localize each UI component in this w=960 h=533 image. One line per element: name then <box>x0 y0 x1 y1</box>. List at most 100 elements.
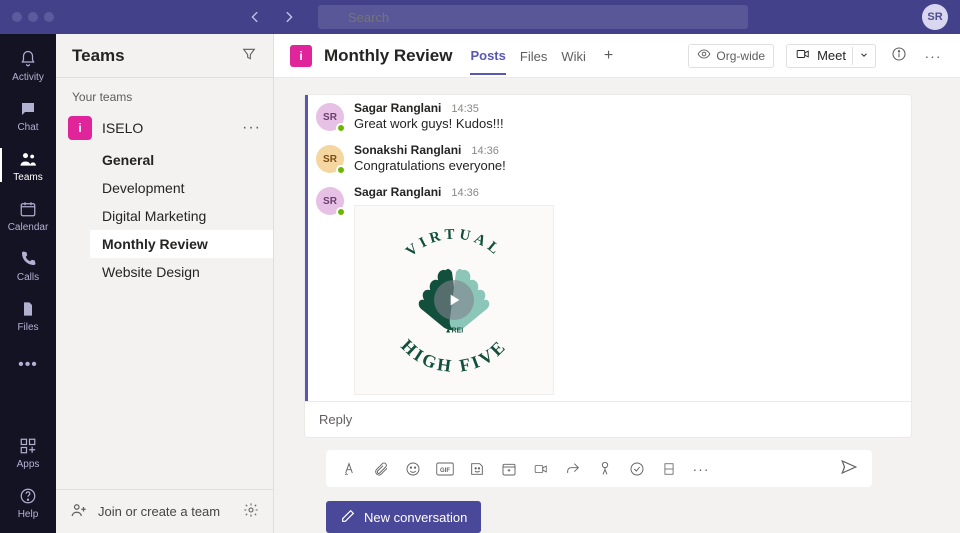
message-body: Great work guys! Kudos!!! <box>354 116 504 131</box>
add-tab-button[interactable]: + <box>600 47 617 65</box>
sticker-icon[interactable] <box>468 460 486 478</box>
sidebar-title: Teams <box>72 46 125 66</box>
gif-icon[interactable]: GIF <box>436 460 454 478</box>
settings-icon[interactable] <box>243 502 259 521</box>
svg-text:▲REI: ▲REI <box>445 328 463 335</box>
viva-icon[interactable] <box>660 460 678 478</box>
message-body: Congratulations everyone! <box>354 158 506 173</box>
avatar[interactable]: SR <box>316 187 344 215</box>
window-controls[interactable] <box>12 12 54 22</box>
team-row[interactable]: i ISELO ··· <box>56 110 273 146</box>
file-icon <box>17 298 39 320</box>
eye-icon <box>697 47 711 64</box>
stream-icon[interactable] <box>532 460 550 478</box>
gif-attachment[interactable]: VIRTUAL ▲REI HIGH FIVE <box>354 205 554 395</box>
message-author: Sagar Ranglani <box>354 185 441 199</box>
channel-development[interactable]: Development <box>90 174 273 202</box>
team-more-icon[interactable]: ··· <box>242 119 261 137</box>
message: SR Sonakshi Ranglani14:36 Congratulation… <box>305 137 911 179</box>
team-tile: i <box>68 116 92 140</box>
rail-label: Help <box>18 509 39 520</box>
chat-icon <box>17 98 39 120</box>
more-icon: ••• <box>17 354 39 376</box>
teams-sidebar: Teams Your teams i ISELO ··· General Dev… <box>56 34 274 533</box>
message-feed: SR Sagar Ranglani14:35 Great work guys! … <box>274 78 960 533</box>
filter-icon[interactable] <box>241 46 257 65</box>
rail-files[interactable]: Files <box>0 290 56 340</box>
play-icon[interactable] <box>434 280 474 320</box>
rail-label: Chat <box>17 122 38 133</box>
phone-icon <box>17 248 39 270</box>
reply-input[interactable]: Reply <box>305 401 911 437</box>
share-icon[interactable] <box>564 460 582 478</box>
rail-activity[interactable]: Activity <box>0 40 56 90</box>
tab-wiki[interactable]: Wiki <box>561 37 586 74</box>
channel-header: i Monthly Review Posts Files Wiki + Org-… <box>274 34 960 78</box>
teams-icon <box>17 148 39 170</box>
rail-label: Calls <box>17 272 39 283</box>
rail-help[interactable]: Help <box>0 477 56 527</box>
channel-tile: i <box>290 45 312 67</box>
channel-general[interactable]: General <box>90 146 273 174</box>
new-conversation-button[interactable]: New conversation <box>326 501 481 533</box>
message: SR Sagar Ranglani 14:36 VIRTUAL <box>305 179 911 401</box>
message-author: Sonakshi Ranglani <box>354 143 461 157</box>
rail-chat[interactable]: Chat <box>0 90 56 140</box>
approvals-icon[interactable] <box>628 460 646 478</box>
attach-icon[interactable] <box>372 460 390 478</box>
composer: GIF ··· <box>326 450 872 487</box>
calendar-icon <box>17 198 39 220</box>
schedule-meeting-icon[interactable] <box>500 460 518 478</box>
tab-posts[interactable]: Posts <box>470 36 505 75</box>
meet-button[interactable]: Meet <box>786 44 876 68</box>
rail-calendar[interactable]: Calendar <box>0 190 56 240</box>
channel-content: i Monthly Review Posts Files Wiki + Org-… <box>274 34 960 533</box>
new-conversation-label: New conversation <box>364 510 467 525</box>
meet-label: Meet <box>817 48 846 63</box>
help-icon <box>17 485 39 507</box>
format-icon[interactable] <box>340 460 358 478</box>
message-author: Sagar Ranglani <box>354 101 441 115</box>
rail-label: Calendar <box>8 222 49 233</box>
message-time: 14:36 <box>451 187 479 199</box>
compose-toolbar: GIF ··· <box>326 450 872 487</box>
rail-label: Apps <box>17 459 40 470</box>
nav-back-button[interactable] <box>242 6 268 28</box>
chevron-down-icon[interactable] <box>859 48 869 63</box>
rail-calls[interactable]: Calls <box>0 240 56 290</box>
send-button[interactable] <box>840 458 858 479</box>
rail-label: Activity <box>12 72 44 83</box>
bell-icon <box>17 48 39 70</box>
emoji-icon[interactable] <box>404 460 422 478</box>
rail-label: Teams <box>13 172 42 183</box>
praise-icon[interactable] <box>596 460 614 478</box>
org-wide-button[interactable]: Org-wide <box>688 44 774 68</box>
rail-apps[interactable]: Apps <box>0 427 56 477</box>
search-input[interactable] <box>318 5 748 29</box>
app-rail: Activity Chat Teams Calendar Calls Files <box>0 34 56 533</box>
channel-website-design[interactable]: Website Design <box>90 258 273 286</box>
channel-monthly-review[interactable]: Monthly Review <box>90 230 273 258</box>
svg-text:GIF: GIF <box>440 468 450 474</box>
presence-icon <box>336 207 346 217</box>
join-team-icon[interactable] <box>70 501 88 522</box>
rail-more[interactable]: ••• <box>0 340 56 390</box>
svg-text:VIRTUAL: VIRTUAL <box>403 227 505 260</box>
presence-icon <box>336 123 346 133</box>
avatar[interactable]: SR <box>316 103 344 131</box>
profile-avatar[interactable]: SR <box>922 4 948 30</box>
join-team-link[interactable]: Join or create a team <box>98 504 233 519</box>
compose-more-icon[interactable]: ··· <box>692 460 710 478</box>
svg-text:HIGH FIVE: HIGH FIVE <box>397 335 510 376</box>
info-icon[interactable] <box>888 46 910 65</box>
rail-teams[interactable]: Teams <box>0 140 56 190</box>
nav-forward-button[interactable] <box>276 6 302 28</box>
avatar[interactable]: SR <box>316 145 344 173</box>
header-more-icon[interactable]: ··· <box>922 48 944 64</box>
presence-icon <box>336 165 346 175</box>
apps-icon <box>17 435 39 457</box>
channel-digital-marketing[interactable]: Digital Marketing <box>90 202 273 230</box>
conversation-card: SR Sagar Ranglani14:35 Great work guys! … <box>304 94 912 438</box>
video-icon <box>795 47 811 64</box>
tab-files[interactable]: Files <box>520 37 547 74</box>
